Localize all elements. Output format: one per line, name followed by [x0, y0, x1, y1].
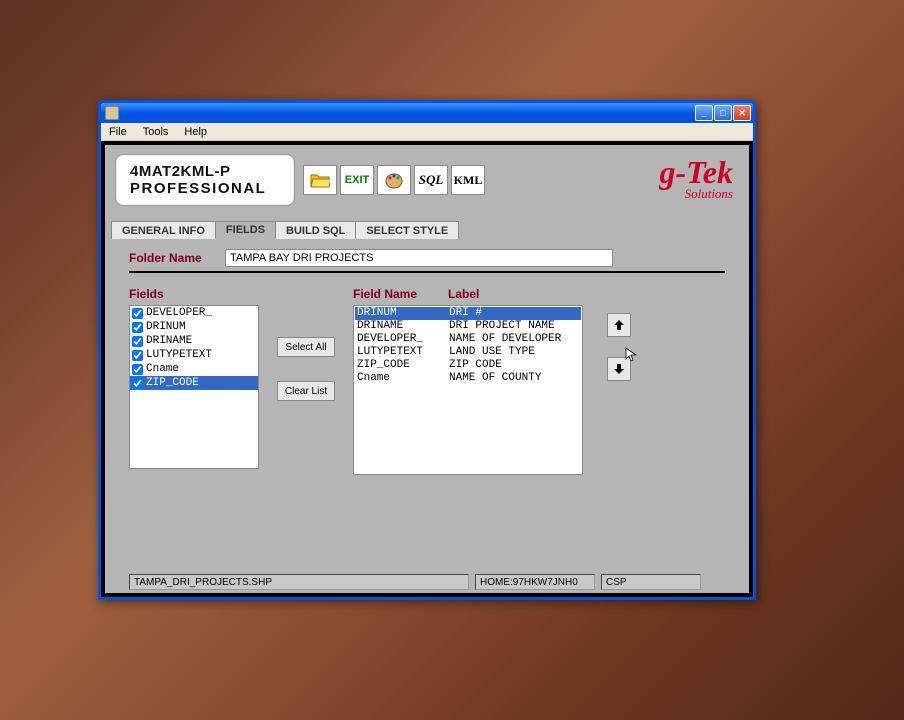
palette-button[interactable] [377, 165, 411, 195]
cell-label: LAND USE TYPE [449, 346, 535, 359]
kml-button[interactable]: KML [451, 165, 485, 195]
status-format: CSP [601, 574, 701, 590]
close-button[interactable]: ✕ [733, 105, 751, 121]
tab-general-info[interactable]: GENERAL INFO [111, 221, 216, 239]
tab-select-style[interactable]: SELECT STYLE [355, 221, 459, 239]
open-folder-button[interactable] [303, 165, 337, 195]
logo-line2: PROFESSIONAL [130, 180, 280, 197]
cell-fieldname: Cname [355, 372, 449, 385]
field-checkbox[interactable] [132, 322, 143, 333]
cell-fieldname: DRINAME [355, 320, 449, 333]
clear-list-button[interactable]: Clear List [277, 381, 335, 401]
field-checkbox[interactable] [132, 308, 143, 319]
folder-icon [310, 172, 330, 188]
maximize-button[interactable]: □ [714, 105, 732, 121]
field-name-text: DRINAME [146, 335, 192, 347]
cell-label: DRI PROJECT NAME [449, 320, 555, 333]
field-item[interactable]: LUTYPETEXT [130, 348, 258, 362]
table-row[interactable]: ZIP_CODEZIP CODE [355, 359, 581, 372]
cell-fieldname: DEVELOPER_ [355, 333, 449, 346]
status-file: TAMPA_DRI_PROJECTS.SHP [129, 574, 469, 590]
arrow-up-icon [612, 318, 626, 332]
cell-label: DRI # [449, 307, 482, 320]
separator [129, 271, 725, 273]
folder-name-label: Folder Name [129, 251, 225, 265]
sql-button[interactable]: SQL [414, 165, 448, 195]
table-row[interactable]: DEVELOPER_NAME OF DEVELOPER [355, 333, 581, 346]
titlebar[interactable]: _ □ ✕ [101, 103, 753, 123]
tab-panel-fields: Folder Name Fields DEVELOPER_DRINUMDRINA… [105, 239, 749, 485]
field-name-text: LUTYPETEXT [146, 349, 212, 361]
move-down-button[interactable] [607, 357, 631, 381]
cell-fieldname: ZIP_CODE [355, 359, 449, 372]
column-header-label: Label [448, 287, 479, 301]
field-checkbox[interactable] [132, 364, 143, 375]
brand: g-Tek Solutions [660, 158, 739, 203]
column-header-fieldname: Field Name [353, 287, 448, 301]
header-band: 4MAT2KML-P PROFESSIONAL EXIT SQL KML g-T… [105, 145, 749, 215]
app-icon [105, 106, 119, 120]
menu-file[interactable]: File [105, 125, 131, 139]
app-window: _ □ ✕ File Tools Help 4MAT2KML-P PROFESS… [98, 100, 756, 600]
cell-label: NAME OF COUNTY [449, 372, 541, 385]
status-home: HOME:97HKW7JNH0 [475, 574, 595, 590]
field-checkbox[interactable] [132, 350, 143, 361]
cell-fieldname: LUTYPETEXT [355, 346, 449, 359]
field-item[interactable]: ZIP_CODE [130, 376, 258, 390]
exit-button[interactable]: EXIT [340, 165, 374, 195]
cell-fieldname: DRINUM [355, 307, 449, 320]
field-name-text: ZIP_CODE [146, 377, 199, 389]
field-name-text: DRINUM [146, 321, 186, 333]
logo-line1: 4MAT2KML-P [130, 163, 280, 180]
cell-label: NAME OF DEVELOPER [449, 333, 561, 346]
table-row[interactable]: LUTYPETEXTLAND USE TYPE [355, 346, 581, 359]
field-checkbox[interactable] [132, 336, 143, 347]
field-name-text: Cname [146, 363, 179, 375]
fields-list[interactable]: DEVELOPER_ DRINUM DRINAME LUTYPETEXT Cname ZI… [129, 305, 259, 469]
menubar: File Tools Help [101, 123, 753, 141]
fields-header: Fields [129, 287, 259, 301]
field-item[interactable]: DRINUM [130, 320, 258, 334]
toolbar: EXIT SQL KML [303, 165, 485, 195]
tab-build-sql[interactable]: BUILD SQL [275, 221, 356, 239]
palette-icon [384, 171, 404, 189]
table-row[interactable]: CnameNAME OF COUNTY [355, 372, 581, 385]
content-area: GENERAL INFO FIELDS BUILD SQL SELECT STY… [105, 215, 749, 571]
statusbar: TAMPA_DRI_PROJECTS.SHP HOME:97HKW7JNH0 C… [105, 571, 749, 593]
field-item[interactable]: DEVELOPER_ [130, 306, 258, 320]
tabs: GENERAL INFO FIELDS BUILD SQL SELECT STY… [105, 215, 749, 239]
cell-label: ZIP CODE [449, 359, 502, 372]
brand-main: g-Tek [660, 158, 733, 187]
field-item[interactable]: Cname [130, 362, 258, 376]
tab-fields[interactable]: FIELDS [215, 221, 276, 239]
table-row[interactable]: DRINAMEDRI PROJECT NAME [355, 320, 581, 333]
minimize-button[interactable]: _ [695, 105, 713, 121]
field-name-text: DEVELOPER_ [146, 307, 212, 319]
menu-help[interactable]: Help [180, 125, 211, 139]
field-label-table[interactable]: DRINUMDRI #DRINAMEDRI PROJECT NAMEDEVELO… [353, 305, 583, 475]
app-body: 4MAT2KML-P PROFESSIONAL EXIT SQL KML g-T… [101, 141, 753, 597]
menu-tools[interactable]: Tools [139, 125, 173, 139]
move-up-button[interactable] [607, 313, 631, 337]
select-all-button[interactable]: Select All [277, 337, 335, 357]
folder-name-input[interactable] [225, 249, 613, 267]
field-checkbox[interactable] [132, 378, 143, 389]
logo-box: 4MAT2KML-P PROFESSIONAL [115, 154, 295, 206]
table-row[interactable]: DRINUMDRI # [355, 307, 581, 320]
arrow-down-icon [612, 362, 626, 376]
field-item[interactable]: DRINAME [130, 334, 258, 348]
